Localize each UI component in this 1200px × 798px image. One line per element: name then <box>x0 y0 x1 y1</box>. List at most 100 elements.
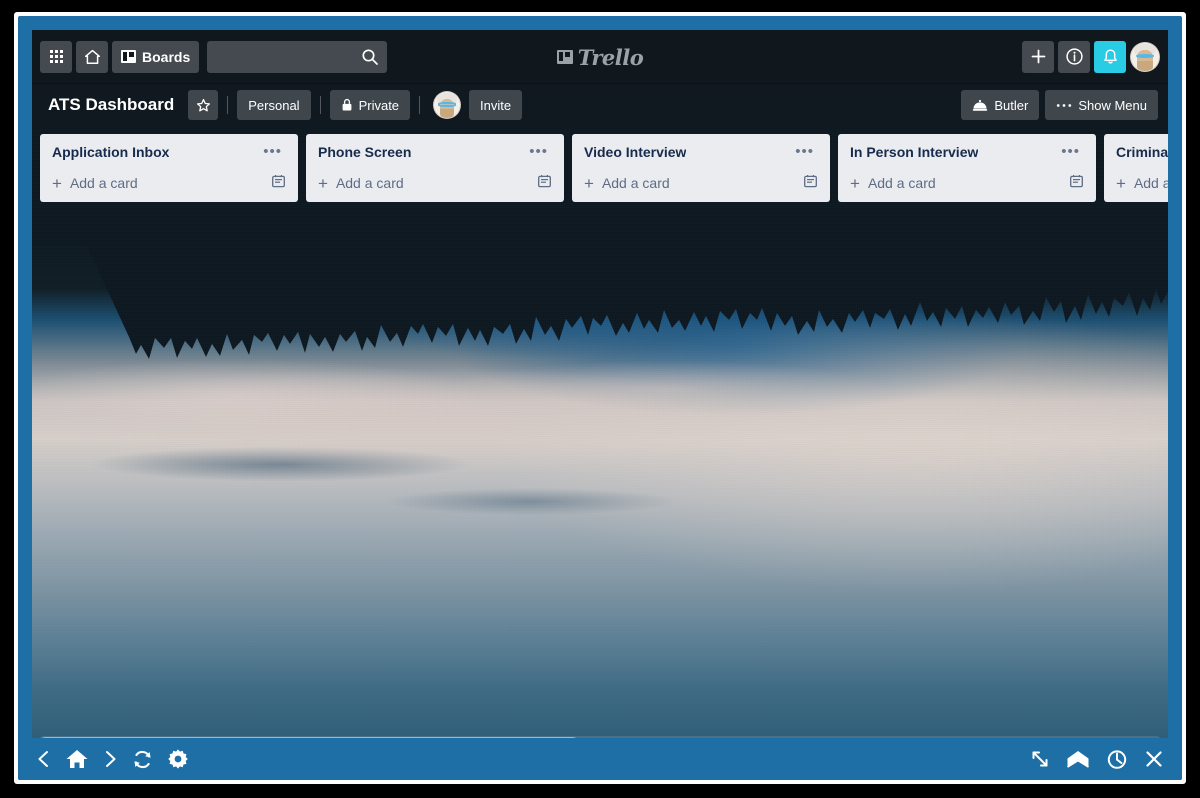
list-video-interview[interactable]: Video Interview ••• + Add a card <box>572 134 830 202</box>
top-nav-right-group <box>1022 40 1160 73</box>
add-card-label: Add a card <box>601 175 670 191</box>
settings-button[interactable] <box>167 748 189 770</box>
search-input[interactable] <box>207 40 388 73</box>
avatar-beard <box>439 109 455 118</box>
chevron-left-icon <box>38 751 48 767</box>
show-menu-button[interactable]: Show Menu <box>1045 90 1158 120</box>
invite-button[interactable]: Invite <box>469 90 523 120</box>
resize-diagonal-icon <box>1032 751 1048 767</box>
back-button[interactable] <box>36 749 51 769</box>
card-template-icon[interactable] <box>537 174 552 192</box>
close-button[interactable] <box>1144 749 1164 769</box>
history-button[interactable] <box>1106 748 1128 770</box>
board-lists: Application Inbox ••• + Add a card Phone… <box>32 126 1168 752</box>
list-phone-screen[interactable]: Phone Screen ••• + Add a card <box>306 134 564 202</box>
header-divider <box>419 96 421 114</box>
card-template-icon[interactable] <box>803 174 818 192</box>
plus-icon: + <box>584 173 594 193</box>
window-frame: Boards Trello ATS Dashboard Personal Pri… <box>18 16 1182 780</box>
card-template-icon[interactable] <box>271 174 286 192</box>
butler-dome-icon <box>973 99 988 111</box>
list-in-person-interview[interactable]: In Person Interview ••• + Add a card <box>838 134 1096 202</box>
list-header: Application Inbox ••• <box>44 142 294 170</box>
apps-grid-button[interactable] <box>40 40 72 73</box>
list-criminal[interactable]: Criminal ••• + Add a card <box>1104 134 1168 202</box>
list-header: Phone Screen ••• <box>310 142 560 170</box>
history-clock-icon <box>1107 750 1127 769</box>
list-actions-button[interactable]: ••• <box>525 144 552 159</box>
notifications-button[interactable] <box>1094 40 1126 73</box>
status-bar-right-group <box>1030 748 1164 770</box>
visibility-button[interactable]: Private <box>329 90 411 120</box>
info-button[interactable] <box>1058 40 1090 73</box>
avatar-glasses <box>1135 53 1155 59</box>
add-button[interactable] <box>1022 40 1054 73</box>
header-divider <box>319 96 321 114</box>
add-card-button[interactable]: + Add a card <box>842 170 1092 198</box>
visibility-label: Private <box>358 97 400 113</box>
top-navigation-bar: Boards Trello <box>32 30 1168 84</box>
trello-app: Boards Trello ATS Dashboard Personal Pri… <box>32 30 1168 752</box>
list-title: Application Inbox <box>52 144 170 160</box>
trello-brand: Trello <box>32 30 1168 84</box>
board-canvas: Application Inbox ••• + Add a card Phone… <box>32 126 1168 752</box>
board-member-avatar[interactable] <box>433 91 462 119</box>
show-menu-label: Show Menu <box>1078 97 1147 113</box>
add-card-button[interactable]: + Add a card <box>576 170 826 198</box>
add-card-label: Add a card <box>69 175 138 191</box>
lock-icon <box>342 98 351 111</box>
gear-icon <box>168 749 188 769</box>
ellipsis-icon <box>1057 103 1072 107</box>
workspace-button[interactable]: Personal <box>237 90 311 120</box>
butler-button[interactable]: Butler <box>961 90 1040 120</box>
star-board-button[interactable] <box>188 90 219 120</box>
board-header-bar: ATS Dashboard Personal Private Invite Bu… <box>32 84 1168 126</box>
add-card-button[interactable]: + Add a card <box>310 170 560 198</box>
forward-button[interactable] <box>103 749 118 769</box>
user-avatar[interactable] <box>1130 41 1160 72</box>
board-title: ATS Dashboard <box>48 95 175 114</box>
list-actions-button[interactable]: ••• <box>1057 144 1084 159</box>
list-header: In Person Interview ••• <box>842 142 1092 170</box>
add-card-label: Add a card <box>1133 175 1168 191</box>
home-icon <box>66 750 88 768</box>
brand-name: Trello <box>577 44 644 70</box>
card-template-icon[interactable] <box>1069 174 1084 192</box>
refresh-button[interactable] <box>132 749 153 770</box>
bottom-status-bar <box>18 738 1182 780</box>
board-header-right-group: Butler Show Menu <box>961 90 1158 120</box>
screen: Boards Trello ATS Dashboard Personal Pri… <box>0 0 1200 798</box>
home-icon <box>84 49 100 64</box>
plus-icon <box>1031 49 1045 64</box>
butler-label: Butler <box>994 97 1029 113</box>
search-field-wrapper <box>207 40 388 73</box>
add-card-label: Add a card <box>867 175 936 191</box>
mail-button[interactable] <box>1066 749 1090 769</box>
list-title: Video Interview <box>584 144 687 160</box>
boards-icon <box>121 50 136 63</box>
close-x-icon <box>1146 751 1162 767</box>
list-actions-button[interactable]: ••• <box>791 144 818 159</box>
list-title: Criminal <box>1116 144 1168 160</box>
invite-label: Invite <box>480 97 512 113</box>
list-title: Phone Screen <box>318 144 412 160</box>
add-card-button[interactable]: + Add a card <box>1108 170 1168 198</box>
list-title: In Person Interview <box>850 144 979 160</box>
resize-button[interactable] <box>1030 749 1050 769</box>
list-header: Criminal ••• <box>1108 142 1168 170</box>
info-icon <box>1065 48 1083 65</box>
envelope-icon <box>1067 751 1089 768</box>
status-home-button[interactable] <box>65 748 89 770</box>
list-header: Video Interview ••• <box>576 142 826 170</box>
boards-button[interactable]: Boards <box>112 40 200 73</box>
header-divider <box>227 96 229 114</box>
list-actions-button[interactable]: ••• <box>259 144 286 159</box>
add-card-button[interactable]: + Add a card <box>44 170 294 198</box>
bell-icon <box>1103 48 1117 64</box>
list-application-inbox[interactable]: Application Inbox ••• + Add a card <box>40 134 298 202</box>
home-button[interactable] <box>76 40 108 73</box>
refresh-icon <box>134 750 151 768</box>
star-icon <box>196 98 210 111</box>
add-card-label: Add a card <box>335 175 404 191</box>
plus-icon: + <box>52 173 62 193</box>
